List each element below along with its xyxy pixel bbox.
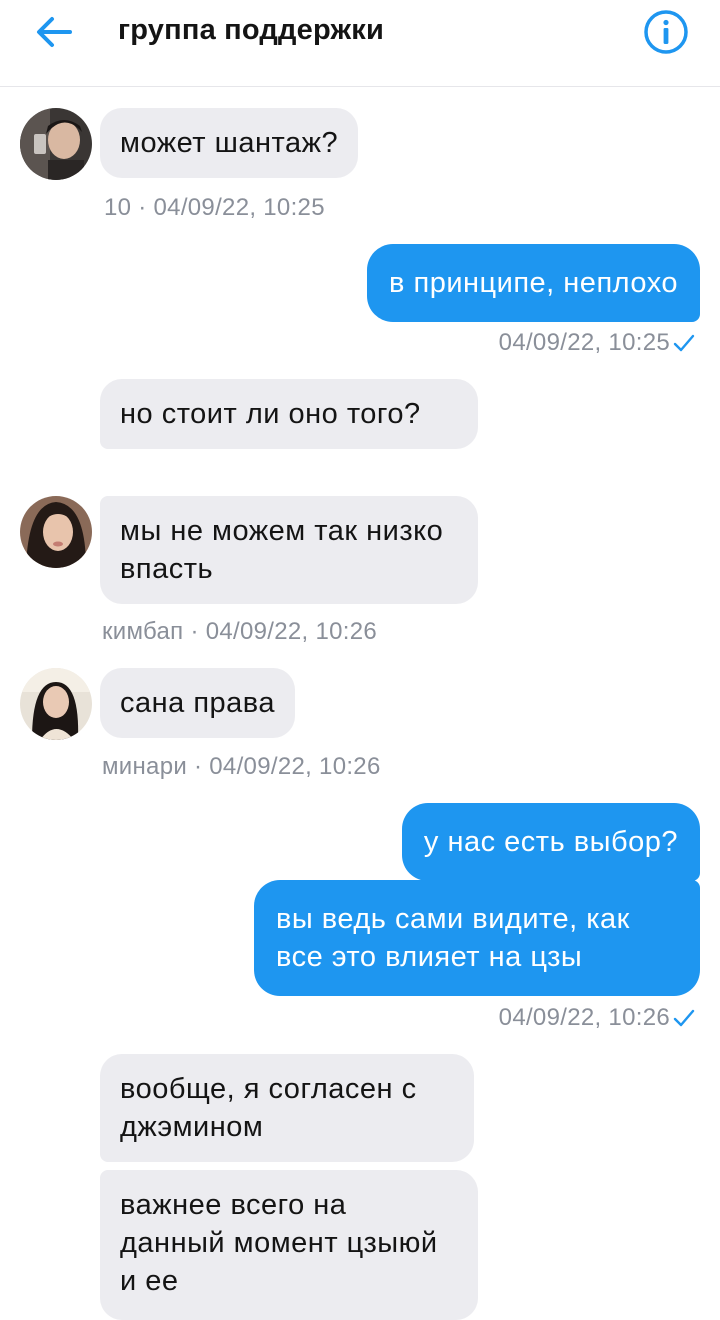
message-timestamp: 04/09/22, 10:25: [498, 329, 670, 356]
avatar-photo: [20, 668, 92, 740]
outgoing-message[interactable]: вы ведь сами видите, как все это влияет …: [254, 880, 700, 996]
back-button[interactable]: [30, 10, 78, 54]
avatar-photo: [20, 108, 92, 180]
message-meta: кимбап · 04/09/22, 10:26: [102, 618, 378, 645]
message-meta: 04/09/22, 10:26: [499, 1004, 696, 1032]
avatar[interactable]: [20, 668, 92, 740]
message-meta: минари · 04/09/22, 10:26: [102, 753, 381, 780]
chat-header: группа поддержки: [0, 0, 720, 87]
arrow-left-icon: [37, 17, 72, 47]
info-button[interactable]: [642, 8, 690, 56]
message-meta: 10 · 04/09/22, 10:25: [104, 194, 325, 221]
avatar[interactable]: [20, 496, 92, 568]
incoming-message[interactable]: мы не можем так низко впасть: [100, 496, 478, 604]
checkmark-icon: [673, 1009, 695, 1027]
chat-title: группа поддержки: [118, 14, 384, 46]
incoming-message[interactable]: важнее всего на данный момент цзыюй и ее: [100, 1170, 478, 1320]
avatar[interactable]: [20, 108, 92, 180]
outgoing-message[interactable]: у нас есть выбор?: [401, 803, 700, 881]
outgoing-message[interactable]: в принципе, неплохо: [367, 244, 700, 322]
incoming-message[interactable]: но стоит ли оно того?: [100, 379, 478, 449]
incoming-message[interactable]: вообще, я согласен с джэмином: [100, 1054, 474, 1162]
incoming-message[interactable]: сана права: [100, 668, 295, 738]
avatar-photo: [20, 496, 92, 568]
checkmark-icon: [673, 334, 695, 352]
info-icon: [644, 10, 688, 54]
message-meta: 04/09/22, 10:25: [499, 329, 696, 357]
incoming-message[interactable]: может шантаж?: [100, 108, 359, 178]
message-timestamp: 04/09/22, 10:26: [498, 1004, 670, 1031]
